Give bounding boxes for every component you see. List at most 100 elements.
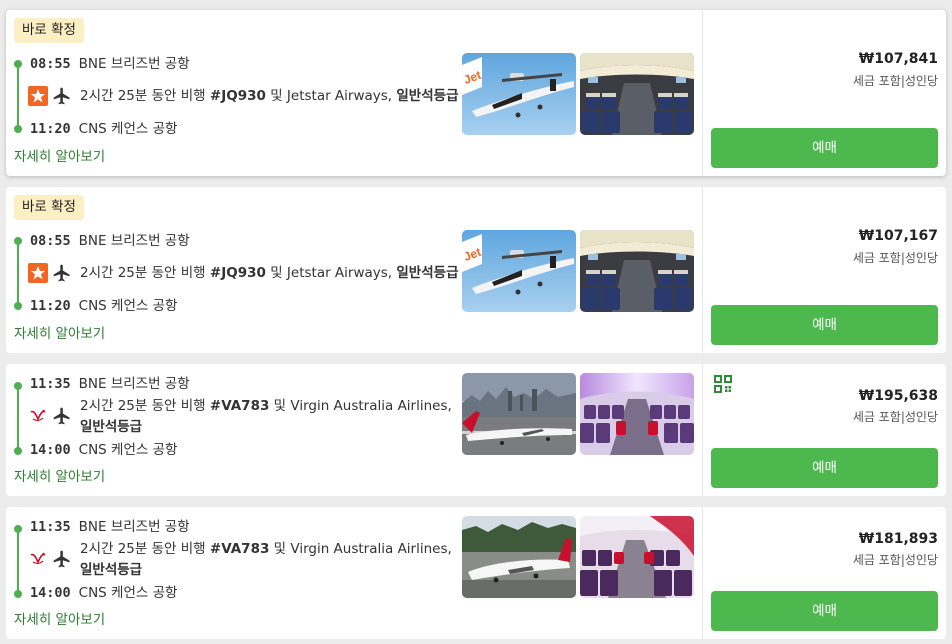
price: ₩195,638 xyxy=(858,388,938,404)
price-panel: ₩107,841 세금 포함|성인당 예매 xyxy=(702,10,946,176)
timeline-dot xyxy=(14,302,22,310)
timeline-dot xyxy=(14,60,22,68)
cabin-interior-photo[interactable] xyxy=(580,516,694,598)
book-button[interactable]: 예매 xyxy=(711,128,938,168)
arrival-airport: CNS 케언스 공항 xyxy=(78,585,178,601)
timeline-dot xyxy=(14,525,22,533)
flight-duration: 2시간 25분 동안 비행 xyxy=(80,88,206,104)
arrival-airport: CNS 케언스 공항 xyxy=(78,121,178,137)
book-button[interactable]: 예매 xyxy=(711,305,938,345)
flight-number: #JQ930 xyxy=(209,265,266,281)
details-link[interactable]: 자세히 알아보기 xyxy=(14,148,105,166)
airplane-icon xyxy=(53,264,70,282)
airline-name: Jetstar Airways, xyxy=(286,88,393,104)
flight-card: 바로 확정 08:55 BNE 브리즈번 공항 2시간 25분 동안 비행 #JQ… xyxy=(6,10,946,176)
jetstar-star-icon xyxy=(28,263,48,283)
price: ₩181,893 xyxy=(858,531,938,547)
details-link[interactable]: 자세히 알아보기 xyxy=(14,325,105,343)
virgin-logo-icon xyxy=(30,409,46,421)
flight-description: 2시간 25분 동안 비행 #JQ930 및 Jetstar Airways, … xyxy=(80,263,462,284)
flight-card: 11:35 BNE 브리즈번 공항 2시간 25분 동안 비행 #VA783 및 … xyxy=(6,364,946,496)
flight-card: 바로 확정 08:55 BNE 브리즈번 공항 2시간 25분 동안 비행 #JQ… xyxy=(6,187,946,353)
flight-info: 11:35 BNE 브리즈번 공항 2시간 25분 동안 비행 #VA783 및 … xyxy=(6,364,702,496)
virgin-logo-icon xyxy=(30,552,46,564)
flight-duration: 2시간 25분 동안 비행 xyxy=(80,398,206,414)
arrival-row: 11:20 CNS 케언스 공항 xyxy=(30,297,177,315)
instant-confirm-badge: 바로 확정 xyxy=(14,195,84,220)
jetstar-aircraft-photo[interactable]: Jet xyxy=(462,53,576,135)
departure-time: 08:55 xyxy=(30,56,71,72)
flight-card: 11:35 BNE 브리즈번 공항 2시간 25분 동안 비행 #VA783 및 … xyxy=(6,507,946,639)
timeline-dot xyxy=(14,125,22,133)
price: ₩107,167 xyxy=(858,228,938,244)
timeline-line xyxy=(17,529,19,593)
cabin-interior-photo[interactable] xyxy=(580,53,694,135)
conjunction: 및 xyxy=(273,541,287,557)
timeline-dot xyxy=(14,382,22,390)
arrival-row: 14:00 CNS 케언스 공항 xyxy=(30,441,177,459)
flight-number: #JQ930 xyxy=(209,88,266,104)
arrival-time: 11:20 xyxy=(30,121,71,137)
flight-number: #VA783 xyxy=(209,398,270,414)
departure-airport: BNE 브리즈번 공항 xyxy=(78,233,190,249)
virgin-aircraft-photo[interactable] xyxy=(462,516,576,598)
tax-note: 세금 포함|성인당 xyxy=(852,410,938,424)
book-button[interactable]: 예매 xyxy=(711,591,938,631)
departure-row: 08:55 BNE 브리즈번 공항 xyxy=(30,55,190,73)
price-panel: ₩181,893 세금 포함|성인당 예매 xyxy=(702,507,946,639)
timeline-dot xyxy=(14,447,22,455)
airplane-icon xyxy=(53,407,70,425)
tax-note: 세금 포함|성인당 xyxy=(852,553,938,567)
flight-info: 바로 확정 08:55 BNE 브리즈번 공항 2시간 25분 동안 비행 #JQ… xyxy=(6,187,702,353)
airline-name: Jetstar Airways, xyxy=(286,265,393,281)
conjunction: 및 xyxy=(270,265,283,281)
cabin-class: 일반석등급 xyxy=(80,562,143,578)
flight-duration: 2시간 25분 동안 비행 xyxy=(80,541,206,557)
details-link[interactable]: 자세히 알아보기 xyxy=(14,468,105,486)
price-panel: ₩195,638 세금 포함|성인당 예매 xyxy=(702,364,946,496)
instant-confirm-badge: 바로 확정 xyxy=(14,18,84,43)
timeline-line xyxy=(17,241,19,305)
airplane-icon xyxy=(53,87,70,105)
cabin-interior-photo[interactable] xyxy=(580,373,694,455)
departure-time: 08:55 xyxy=(30,233,71,249)
cabin-class: 일반석등급 xyxy=(396,265,459,281)
cabin-class: 일반석등급 xyxy=(396,88,459,104)
jetstar-aircraft-photo[interactable]: Jet xyxy=(462,230,576,312)
timeline-line xyxy=(17,386,19,450)
virgin-aircraft-photo[interactable] xyxy=(462,373,576,455)
flight-number: #VA783 xyxy=(209,541,270,557)
timeline-dot xyxy=(14,590,22,598)
details-link[interactable]: 자세히 알아보기 xyxy=(14,611,105,629)
timeline-line xyxy=(17,64,19,128)
arrival-time: 11:20 xyxy=(30,298,71,314)
airline-name: Virgin Australia Airlines, xyxy=(290,398,452,414)
departure-row: 08:55 BNE 브리즈번 공항 xyxy=(30,232,190,250)
departure-row: 11:35 BNE 브리즈번 공항 xyxy=(30,518,190,536)
tax-note: 세금 포함|성인당 xyxy=(852,74,938,88)
book-button[interactable]: 예매 xyxy=(711,448,938,488)
price-panel: ₩107,167 세금 포함|성인당 예매 xyxy=(702,187,946,353)
flight-description: 2시간 25분 동안 비행 #VA783 및 Virgin Australia … xyxy=(80,539,462,581)
arrival-row: 11:20 CNS 케언스 공항 xyxy=(30,120,177,138)
airline-name: Virgin Australia Airlines, xyxy=(290,541,452,557)
departure-row: 11:35 BNE 브리즈번 공항 xyxy=(30,375,190,393)
departure-time: 11:35 xyxy=(30,376,71,392)
flight-description: 2시간 25분 동안 비행 #VA783 및 Virgin Australia … xyxy=(80,396,462,438)
departure-airport: BNE 브리즈번 공항 xyxy=(78,519,190,535)
arrival-row: 14:00 CNS 케언스 공항 xyxy=(30,584,177,602)
qr-code-icon xyxy=(714,375,732,393)
conjunction: 및 xyxy=(270,88,283,104)
arrival-airport: CNS 케언스 공항 xyxy=(78,442,178,458)
arrival-time: 14:00 xyxy=(30,585,71,601)
cabin-class: 일반석등급 xyxy=(80,419,143,435)
departure-airport: BNE 브리즈번 공항 xyxy=(78,56,190,72)
jetstar-star-icon xyxy=(28,86,48,106)
departure-airport: BNE 브리즈번 공항 xyxy=(78,376,190,392)
cabin-interior-photo[interactable] xyxy=(580,230,694,312)
departure-time: 11:35 xyxy=(30,519,71,535)
airplane-icon xyxy=(53,550,70,568)
tax-note: 세금 포함|성인당 xyxy=(852,251,938,265)
arrival-airport: CNS 케언스 공항 xyxy=(78,298,178,314)
flight-info: 바로 확정 08:55 BNE 브리즈번 공항 2시간 25분 동안 비행 #JQ… xyxy=(6,10,702,176)
